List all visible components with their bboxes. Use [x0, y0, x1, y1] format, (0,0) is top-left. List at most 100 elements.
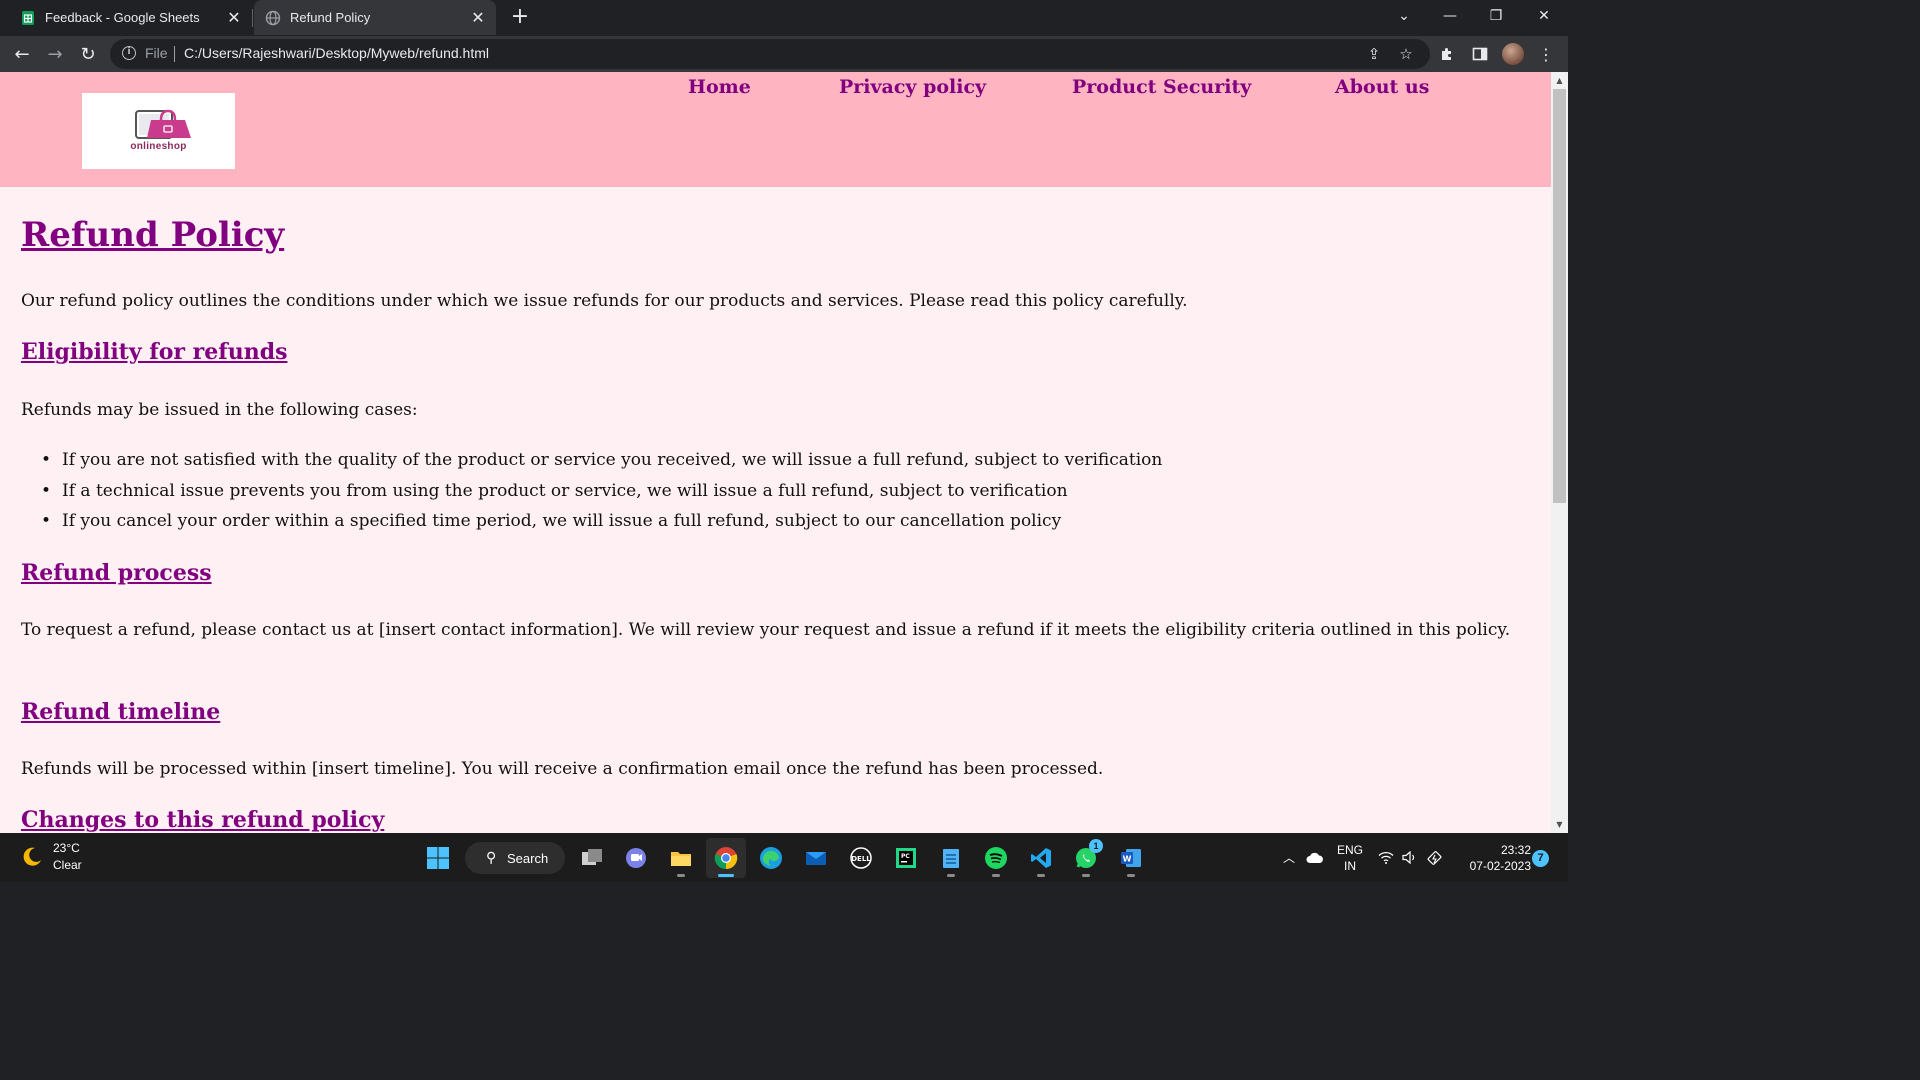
volume-icon[interactable]: [1400, 833, 1420, 882]
whatsapp-icon[interactable]: 1: [1066, 838, 1106, 878]
windows-taskbar: 23°C Clear ⚲ Search DELL PC 1 W ︿ ENG IN…: [0, 833, 1568, 882]
clock-date: 07-02-2023: [1469, 859, 1531, 873]
running-indicator: [1037, 874, 1045, 877]
tab-search-chevron-icon[interactable]: ⌄: [1381, 0, 1427, 32]
weather-temperature[interactable]: 23°C: [53, 841, 80, 855]
refund-timeline-paragraph: Refunds will be processed within [insert…: [21, 759, 1104, 779]
nav-product-security-link[interactable]: Product Security: [1072, 76, 1251, 98]
page-title: Refund Policy: [21, 215, 285, 255]
list-item: If a technical issue prevents you from u…: [21, 476, 1162, 507]
running-indicator: [677, 874, 685, 877]
scheme-label: File: [145, 45, 168, 61]
tab-refund-policy[interactable]: Refund Policy ✕: [254, 0, 496, 35]
nav-home-link[interactable]: Home: [688, 76, 751, 98]
page-viewport: onlineshop Home Privacy policy Product S…: [0, 72, 1568, 833]
svg-text:DELL: DELL: [851, 855, 871, 863]
scroll-thumb[interactable]: [1553, 89, 1566, 503]
restore-icon[interactable]: ❐: [1473, 0, 1519, 32]
intro-paragraph: Our refund policy outlines the condition…: [21, 291, 1188, 311]
running-indicator: [992, 874, 1000, 877]
notepad-icon[interactable]: [931, 838, 971, 878]
svg-text:W: W: [1123, 855, 1132, 864]
file-explorer-icon[interactable]: [661, 838, 701, 878]
close-tab-icon[interactable]: ✕: [224, 8, 244, 28]
scroll-up-arrow-icon[interactable]: ▲: [1551, 72, 1568, 89]
close-tab-icon[interactable]: ✕: [468, 8, 488, 28]
tab-feedback-sheets[interactable]: Feedback - Google Sheets ✕: [0, 0, 252, 35]
scroll-down-arrow-icon[interactable]: ▼: [1551, 816, 1568, 833]
teams-chat-icon[interactable]: [616, 838, 656, 878]
language-code: ENG: [1336, 843, 1363, 857]
list-item: If you cancel your order within a specif…: [21, 506, 1162, 537]
language-indicator[interactable]: ENG IN: [1332, 842, 1368, 874]
notification-count-badge[interactable]: 7: [1532, 850, 1549, 867]
refund-process-paragraph: To request a refund, please contact us a…: [21, 620, 1511, 640]
side-panel-icon[interactable]: [1468, 42, 1492, 66]
spotify-icon[interactable]: [976, 838, 1016, 878]
svg-text:PC: PC: [901, 853, 910, 860]
address-divider: [174, 46, 175, 62]
refund-timeline-heading: Refund timeline: [21, 699, 221, 725]
running-indicator: [718, 874, 734, 877]
pycharm-icon[interactable]: PC: [886, 838, 926, 878]
back-arrow-icon[interactable]: ←: [7, 39, 37, 69]
browser-toolbar: ← → ↻ i File C:/Users/Rajeshwari/Desktop…: [0, 36, 1568, 72]
moon-weather-icon[interactable]: [20, 845, 44, 869]
shopping-bag-icon: [135, 109, 191, 139]
notification-badge: 1: [1089, 839, 1103, 853]
chrome-icon[interactable]: [706, 838, 746, 878]
task-view-icon[interactable]: [572, 838, 612, 878]
logo-text: onlineshop: [130, 141, 187, 152]
google-sheets-icon: [20, 10, 36, 26]
running-indicator: [947, 874, 955, 877]
address-bar[interactable]: i File C:/Users/Rajeshwari/Desktop/Myweb…: [110, 39, 1430, 69]
onedrive-cloud-icon[interactable]: [1303, 833, 1327, 882]
dell-icon[interactable]: DELL: [841, 838, 881, 878]
eligibility-list: If you are not satisfied with the qualit…: [21, 445, 1162, 537]
new-tab-button[interactable]: +: [507, 5, 533, 31]
forward-arrow-icon[interactable]: →: [40, 39, 70, 69]
search-label: Search: [507, 850, 549, 866]
running-indicator: [1127, 874, 1135, 877]
reload-icon[interactable]: ↻: [73, 39, 103, 69]
close-window-icon[interactable]: ✕: [1521, 0, 1567, 32]
wifi-icon[interactable]: [1376, 833, 1396, 882]
system-clock[interactable]: 23:32 07-02-2023: [1455, 842, 1531, 874]
site-header: onlineshop Home Privacy policy Product S…: [0, 72, 1551, 187]
show-hidden-icons-chevron-icon[interactable]: ︿: [1280, 833, 1298, 882]
search-icon: ⚲: [486, 850, 497, 866]
tab-label: Feedback - Google Sheets: [45, 10, 200, 25]
info-icon[interactable]: i: [122, 46, 136, 60]
clock-time: 23:32: [1500, 843, 1531, 857]
region-code: IN: [1344, 859, 1356, 873]
globe-icon: [265, 10, 281, 26]
word-icon[interactable]: W: [1111, 838, 1151, 878]
battery-charging-icon[interactable]: [1425, 833, 1447, 882]
mail-icon[interactable]: [796, 838, 836, 878]
tab-strip: Feedback - Google Sheets ✕ Refund Policy…: [0, 0, 1568, 36]
tab-label: Refund Policy: [290, 10, 371, 25]
extensions-puzzle-icon[interactable]: [1435, 42, 1459, 66]
refund-process-heading: Refund process: [21, 560, 212, 586]
edge-icon[interactable]: [751, 838, 791, 878]
eligibility-lead: Refunds may be issued in the following c…: [21, 400, 418, 420]
share-icon[interactable]: ⇪: [1364, 44, 1384, 64]
windows-start-icon[interactable]: [418, 838, 458, 878]
profile-avatar[interactable]: [1502, 43, 1524, 65]
nav-about-us-link[interactable]: About us: [1335, 76, 1429, 98]
url-text[interactable]: C:/Users/Rajeshwari/Desktop/Myweb/refund…: [184, 45, 489, 61]
vscode-icon[interactable]: [1021, 838, 1061, 878]
taskbar-search[interactable]: ⚲ Search: [465, 842, 565, 874]
weather-description[interactable]: Clear: [53, 858, 82, 872]
kebab-menu-icon[interactable]: ⋮: [1534, 42, 1558, 66]
tab-divider: [252, 9, 253, 27]
running-indicator: [1082, 874, 1090, 877]
bookmark-star-icon[interactable]: ☆: [1396, 44, 1416, 64]
vertical-scrollbar[interactable]: ▲ ▼: [1551, 72, 1568, 833]
minimize-icon[interactable]: —: [1427, 0, 1473, 32]
changes-heading: Changes to this refund policy: [21, 807, 385, 833]
eligibility-heading: Eligibility for refunds: [21, 339, 288, 365]
site-logo[interactable]: onlineshop: [82, 93, 235, 169]
list-item: If you are not satisfied with the qualit…: [21, 445, 1162, 476]
nav-privacy-policy-link[interactable]: Privacy policy: [839, 76, 986, 98]
